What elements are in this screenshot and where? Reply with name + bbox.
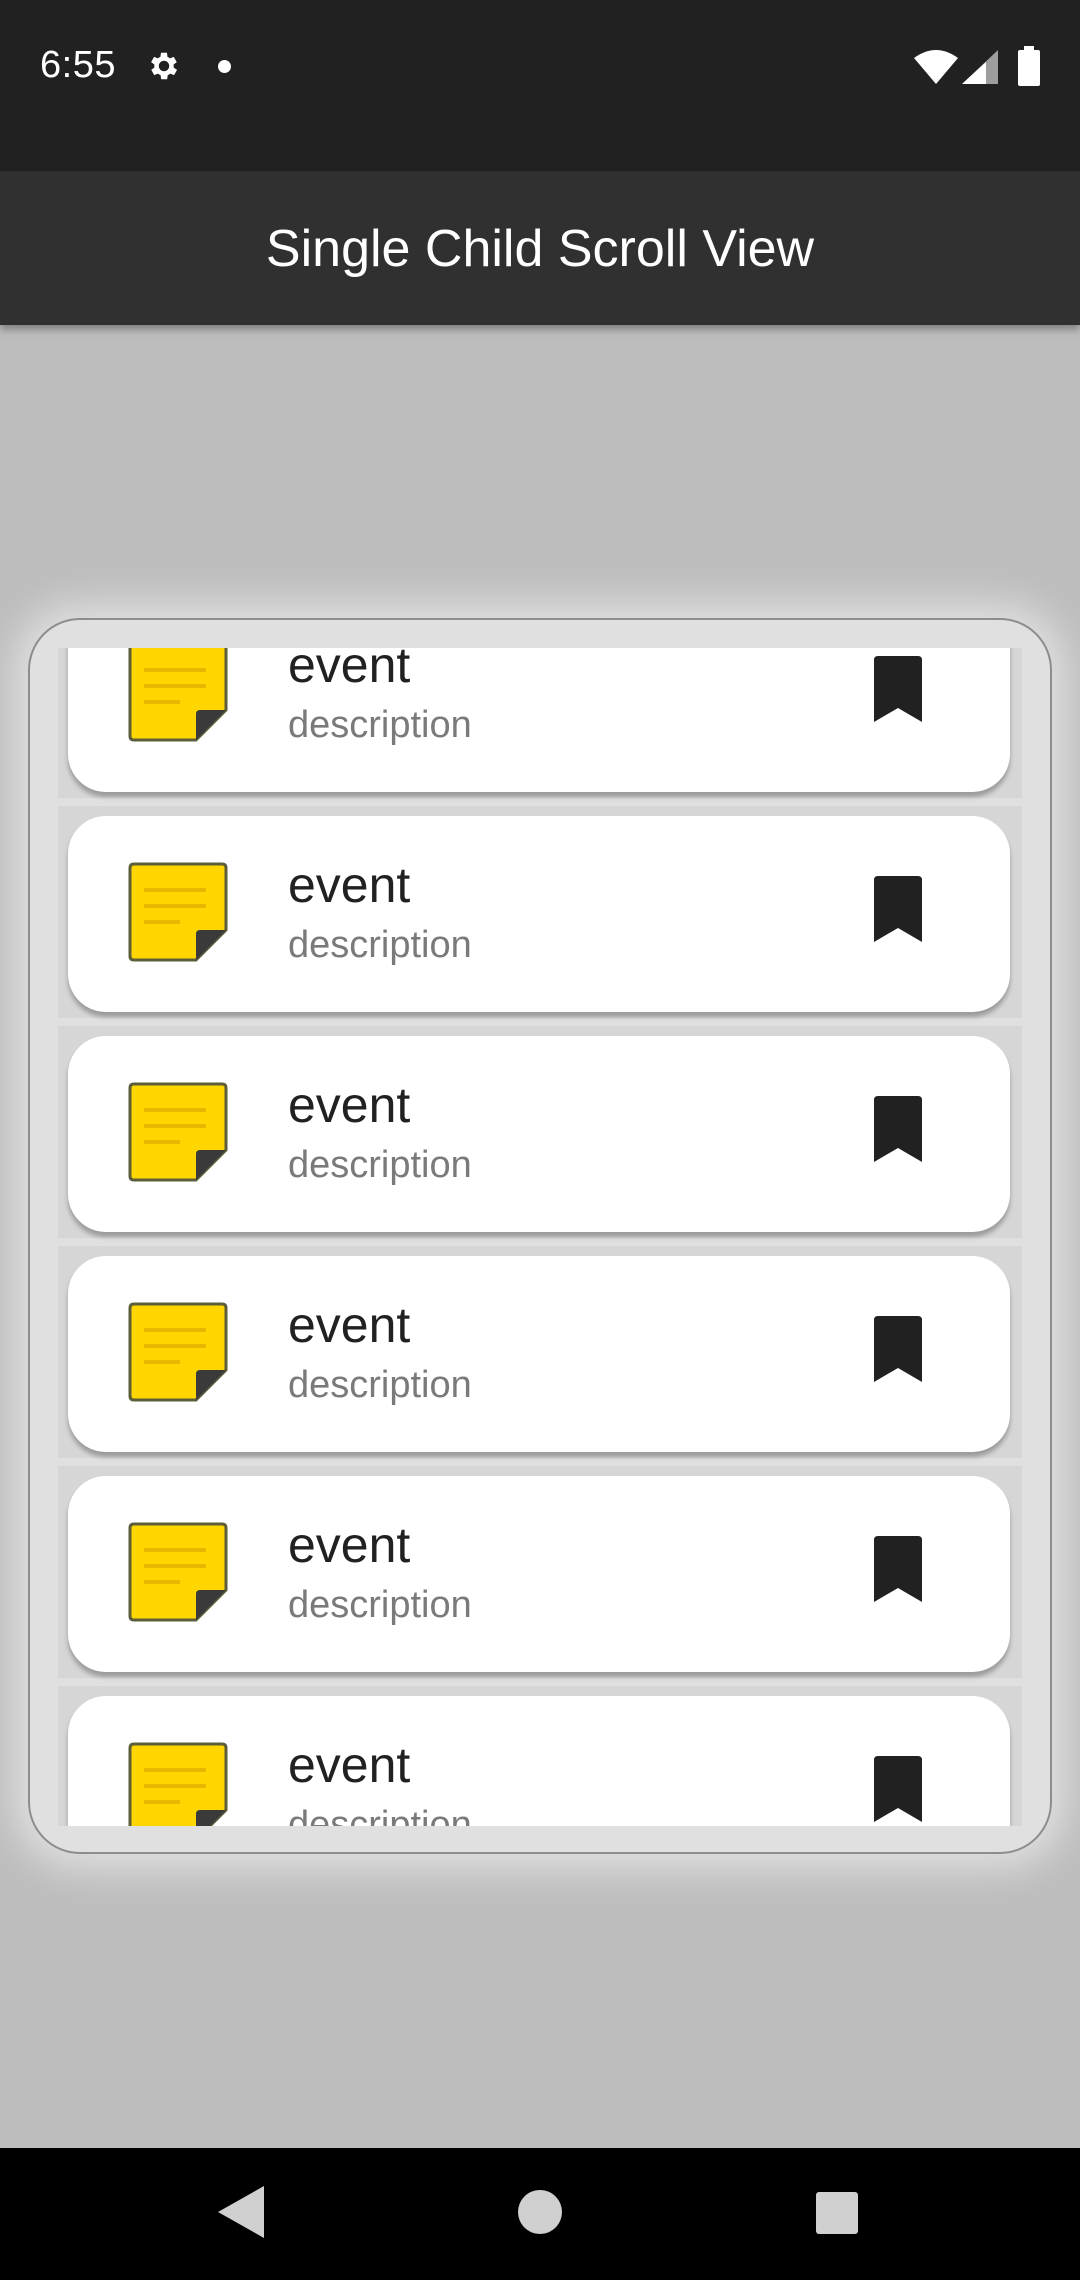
event-card[interactable]: event description (68, 816, 1010, 1012)
list-item: event description (58, 1466, 1022, 1686)
bookmark-icon[interactable] (872, 1756, 924, 1822)
event-description: description (288, 1804, 472, 1826)
app-bar: Single Child Scroll View (0, 171, 1080, 325)
event-title: event (288, 857, 411, 913)
signal-icon (962, 50, 998, 84)
gear-icon (151, 52, 178, 80)
sticky-note-icon (128, 1302, 228, 1402)
list-item: event description (58, 1246, 1022, 1466)
event-title: event (288, 1517, 411, 1573)
list-item: event description (58, 648, 1022, 806)
event-card[interactable]: event description (68, 1036, 1010, 1232)
list-item: event description (58, 806, 1022, 1026)
scroll-view[interactable]: event description event description even… (58, 648, 1022, 1826)
back-icon[interactable] (218, 2186, 264, 2238)
page-title: Single Child Scroll View (265, 220, 815, 278)
event-card[interactable]: event description (68, 648, 1010, 792)
recents-icon[interactable] (816, 2192, 858, 2234)
bookmark-icon[interactable] (872, 656, 924, 722)
navigation-bar (0, 2148, 1080, 2280)
wifi-icon (914, 50, 958, 84)
event-title: event (288, 1077, 411, 1133)
sticky-note-icon (128, 1082, 228, 1182)
bookmark-icon[interactable] (872, 1536, 924, 1602)
event-description: description (288, 704, 472, 746)
event-card[interactable]: event description (68, 1696, 1010, 1826)
home-icon[interactable] (518, 2190, 562, 2234)
list-item: event description (58, 1026, 1022, 1246)
sticky-note-icon (128, 862, 228, 962)
event-title: event (288, 1297, 411, 1353)
bookmark-icon[interactable] (872, 876, 924, 942)
status-time: 6:55 (40, 44, 116, 86)
bookmark-icon[interactable] (872, 1316, 924, 1382)
sticky-note-icon (128, 648, 228, 742)
sticky-note-icon (128, 1742, 228, 1826)
scroll-container: event description event description even… (28, 618, 1052, 1854)
event-list: event description event description even… (58, 648, 1022, 1826)
bookmark-icon[interactable] (872, 1096, 924, 1162)
sticky-note-icon (128, 1522, 228, 1622)
event-title: event (288, 1737, 411, 1793)
list-item: event description (58, 1686, 1022, 1826)
event-card[interactable]: event description (68, 1256, 1010, 1452)
event-description: description (288, 1584, 472, 1626)
battery-icon (1018, 46, 1040, 86)
event-description: description (288, 1144, 472, 1186)
event-description: description (288, 924, 472, 966)
event-card[interactable]: event description (68, 1476, 1010, 1672)
event-title: event (288, 648, 411, 693)
event-description: description (288, 1364, 472, 1406)
notification-dot-icon (218, 60, 231, 73)
status-bar: 6:55 (0, 0, 1080, 171)
